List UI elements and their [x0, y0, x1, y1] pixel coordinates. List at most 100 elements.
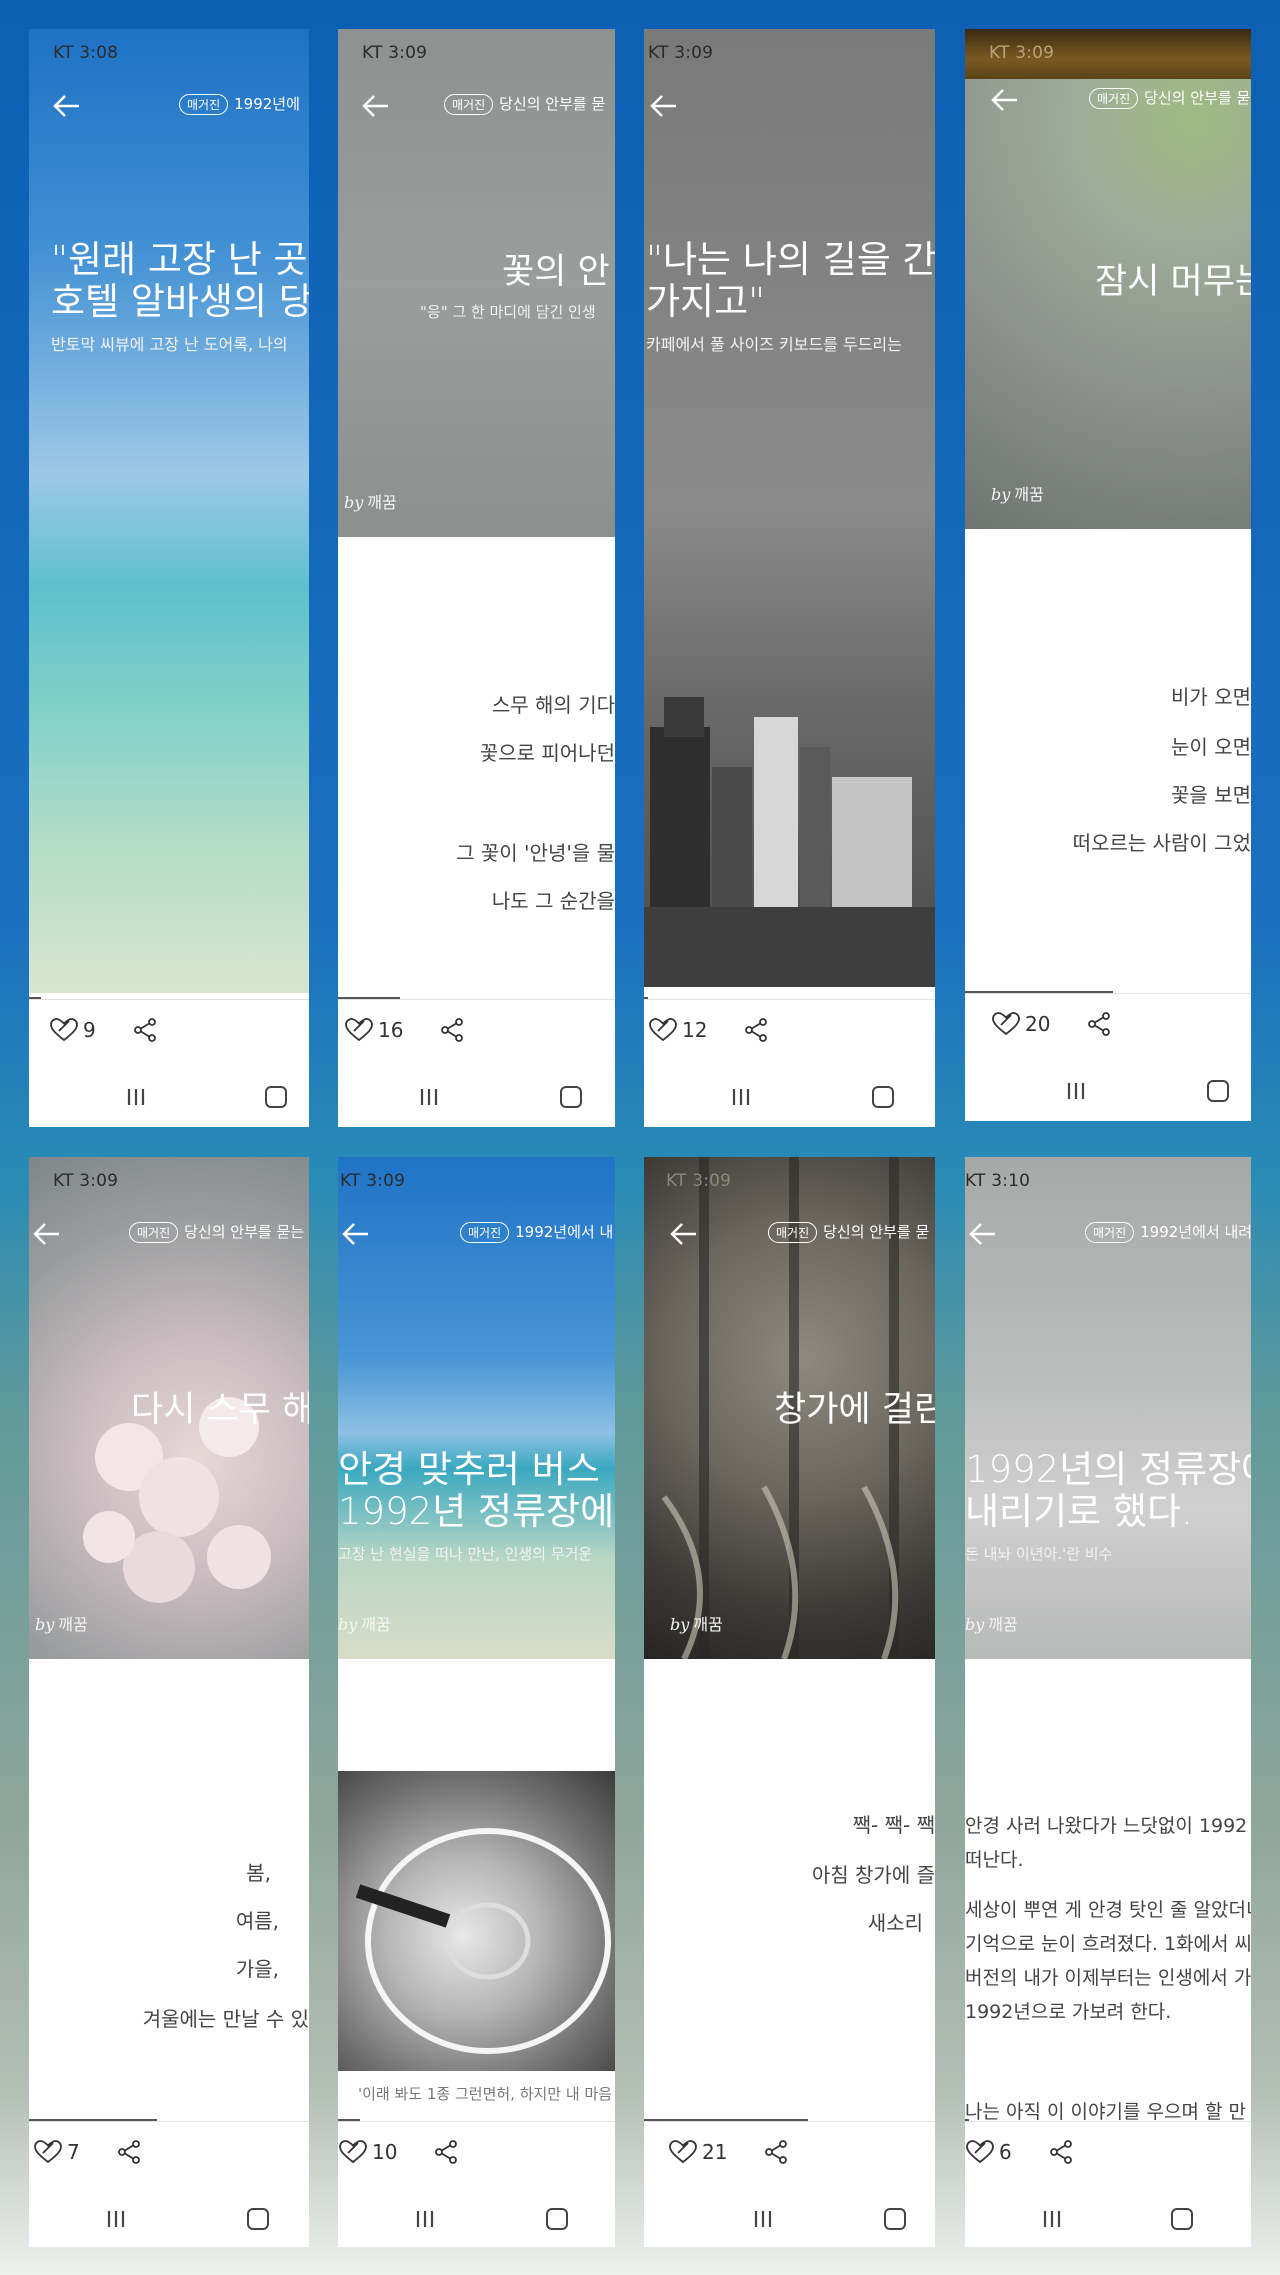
author-byline: by 깨꿈	[338, 1615, 391, 1634]
divider	[965, 993, 1251, 994]
recent-apps-icon[interactable]	[414, 2209, 436, 2229]
status-bar: KT 3:09	[989, 43, 1055, 63]
article-title-line1: 안경 맞추러 버스 탔	[338, 1448, 615, 1491]
body-text-line: 여름,	[235, 1909, 279, 1933]
magazine-badge: 매거진	[1085, 1222, 1135, 1243]
steering-wheel	[355, 1828, 611, 2054]
like-icon[interactable]	[991, 1011, 1021, 1037]
status-bar: KT 3:09	[648, 43, 714, 63]
like-icon[interactable]	[965, 2139, 995, 2165]
like-count: 16	[378, 1018, 404, 1042]
share-icon[interactable]	[763, 2139, 789, 2165]
blossom-flowers	[83, 1397, 271, 1603]
share-icon[interactable]	[116, 2139, 142, 2165]
back-arrow-icon[interactable]	[49, 91, 85, 121]
recent-apps-icon[interactable]	[105, 2209, 127, 2229]
article-title: 다시 스무 해	[131, 1390, 309, 1430]
body-text-line: 새소리	[867, 1911, 923, 1935]
like-icon[interactable]	[668, 2139, 698, 2165]
screen-card-3: KT 3:09 "나는 나의 길을 간다 가지고" 카페에서 풀 사이즈 키보드…	[644, 29, 935, 1127]
divider	[965, 2121, 1251, 2122]
screen-card-6: KT 3:09 매거진 1992년에서 내 안경 맞추러 버스 탔 1992년 정…	[338, 1157, 615, 2247]
magazine-breadcrumb[interactable]: 매거진 당신의 안부를 묻	[768, 1221, 929, 1243]
article-subtitle: 반토막 씨뷰에 고장 난 도어록, 나의	[51, 335, 288, 354]
system-navbar	[965, 1073, 1251, 1113]
article-title-line2: 가지고"	[646, 280, 766, 323]
body-text-line: 꽃으로 피어나던	[479, 741, 615, 765]
status-bar: KT 3:09	[666, 1171, 732, 1191]
magazine-title: 1992년에서 내려	[1140, 1223, 1251, 1241]
recent-apps-icon[interactable]	[730, 1087, 752, 1107]
action-bar: 10	[338, 2139, 459, 2165]
article-title-line1: "원래 고장 난 곳0	[51, 238, 309, 281]
body-text-line: 안경 사러 나왔다가 느닷없이 1992	[965, 1815, 1248, 1837]
share-icon[interactable]	[1086, 1011, 1112, 1037]
home-icon[interactable]	[872, 1086, 894, 1108]
body-text-line: 세상이 뿌연 게 안경 탓인 줄 알았더니	[965, 1899, 1251, 1921]
recent-apps-icon[interactable]	[125, 1087, 147, 1107]
home-icon[interactable]	[884, 2208, 906, 2230]
magazine-title: 당신의 안부를 묻	[823, 1223, 930, 1241]
status-bar: KT 3:09	[340, 1171, 406, 1191]
article-title-line2: 호텔 알바생의 당딩	[51, 280, 309, 323]
share-icon[interactable]	[743, 1017, 769, 1043]
screen-card-2: KT 3:09 매거진 당신의 안부를 묻 꽃의 안 "응" 그 한 마디에 담긴…	[338, 29, 615, 1127]
home-icon[interactable]	[247, 2208, 269, 2230]
article-title: 잠시 머무는	[1095, 262, 1251, 302]
article-title: 창가에 걸린	[774, 1390, 935, 1430]
magazine-breadcrumb[interactable]: 매거진 1992년에서 내려	[1085, 1221, 1251, 1243]
article-photo-car-interior	[338, 1771, 615, 2071]
article-title-line2: 1992년 정류장에 니	[338, 1490, 615, 1533]
share-icon[interactable]	[1048, 2139, 1074, 2165]
like-icon[interactable]	[49, 1017, 79, 1043]
share-icon[interactable]	[439, 1017, 465, 1043]
action-bar: 16	[344, 1017, 465, 1043]
magazine-badge: 매거진	[179, 94, 229, 115]
like-icon[interactable]	[344, 1017, 374, 1043]
recent-apps-icon[interactable]	[1065, 1081, 1087, 1101]
like-count: 20	[1025, 1012, 1051, 1036]
recent-apps-icon[interactable]	[418, 1087, 440, 1107]
share-icon[interactable]	[433, 2139, 459, 2165]
like-count: 9	[83, 1018, 96, 1042]
magazine-breadcrumb[interactable]: 매거진 당신의 안부를 묻	[1089, 87, 1250, 109]
magazine-breadcrumb[interactable]: 매거진 1992년에	[179, 93, 300, 115]
back-arrow-icon[interactable]	[338, 1219, 374, 1249]
article-subtitle: 돈 내놔 이년아.'란 비수	[965, 1545, 1113, 1563]
home-icon[interactable]	[1171, 2208, 1193, 2230]
article-title-line1: 1992년의 정류장에서	[965, 1448, 1251, 1491]
magazine-breadcrumb[interactable]: 매거진 당신의 안부를 묻는	[129, 1221, 304, 1243]
body-text-line: 버전의 내가 이제부터는 인생에서 가	[965, 1967, 1251, 1989]
magazine-badge: 매거진	[129, 1222, 179, 1243]
back-arrow-icon[interactable]	[358, 91, 394, 121]
body-text-line: 나도 그 순간을	[491, 889, 615, 913]
share-icon[interactable]	[132, 1017, 158, 1043]
body-text-line: 봄,	[246, 1861, 271, 1885]
action-bar: 21	[668, 2139, 789, 2165]
home-icon[interactable]	[546, 2208, 568, 2230]
back-arrow-icon[interactable]	[987, 85, 1023, 115]
magazine-breadcrumb[interactable]: 매거진 당신의 안부를 묻	[444, 93, 605, 115]
home-icon[interactable]	[560, 1086, 582, 1108]
back-arrow-icon[interactable]	[965, 1219, 1001, 1249]
recent-apps-icon[interactable]	[1041, 2209, 1063, 2229]
action-bar: 12	[648, 1017, 769, 1043]
magazine-badge: 매거진	[460, 1222, 510, 1243]
home-icon[interactable]	[265, 1086, 287, 1108]
like-icon[interactable]	[338, 2139, 368, 2165]
magazine-title: 1992년에서 내	[515, 1223, 614, 1241]
back-arrow-icon[interactable]	[29, 1219, 65, 1249]
back-arrow-icon[interactable]	[646, 91, 682, 121]
like-icon[interactable]	[33, 2139, 63, 2165]
screen-card-5: KT 3:09 매거진 당신의 안부를 묻는 다시 스무 해 by 깨꿈 봄, 여름…	[29, 1157, 309, 2247]
system-navbar	[29, 1079, 309, 1119]
back-arrow-icon[interactable]	[666, 1219, 702, 1249]
home-icon[interactable]	[1207, 1080, 1229, 1102]
author-byline: by 깨꿈	[670, 1615, 723, 1634]
body-text-line: 눈이 오면	[1171, 735, 1251, 759]
like-icon[interactable]	[648, 1017, 678, 1043]
magazine-badge: 매거진	[768, 1222, 818, 1243]
recent-apps-icon[interactable]	[752, 2209, 774, 2229]
magazine-breadcrumb[interactable]: 매거진 1992년에서 내	[460, 1221, 613, 1243]
body-text-line: 겨울에는 만날 수 있	[142, 2007, 309, 2031]
